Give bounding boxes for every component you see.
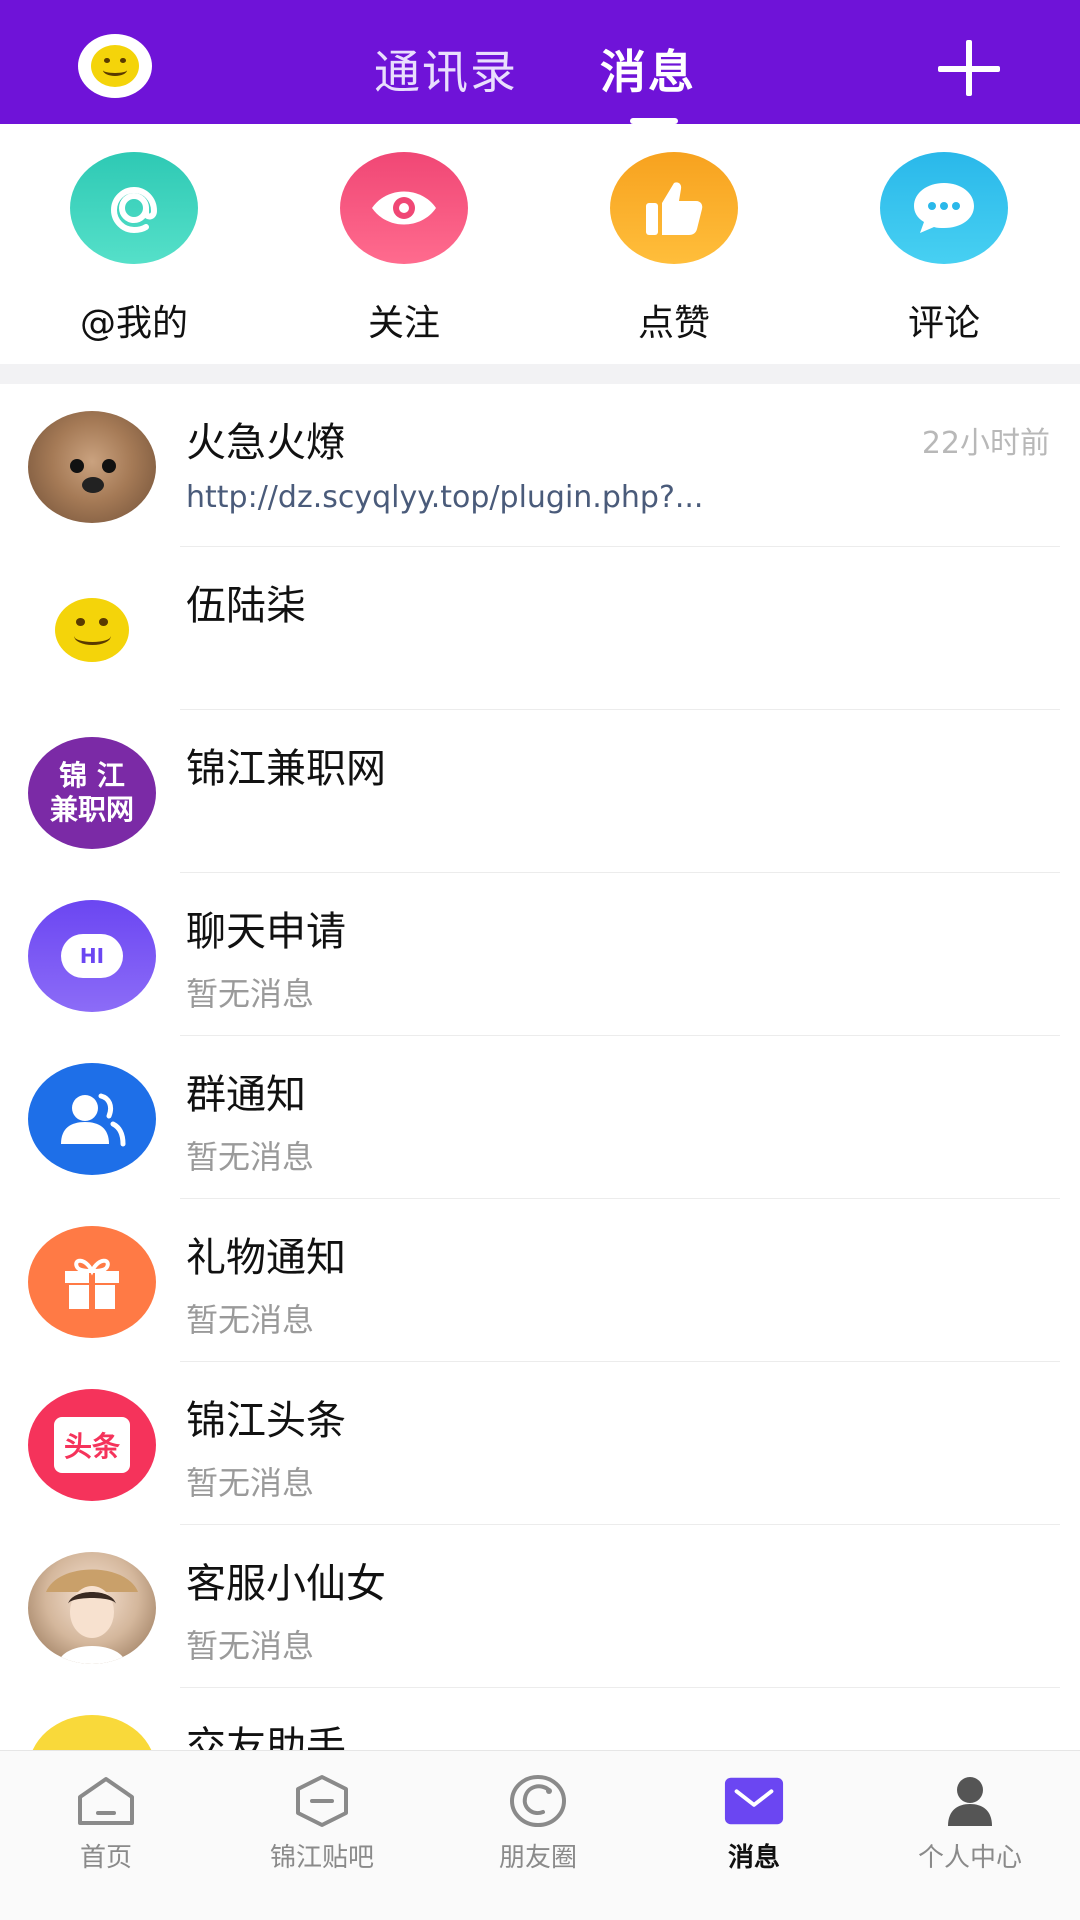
conversation-row[interactable]: 伍陆柒 bbox=[0, 547, 1080, 710]
avatar-text: 兼职网 bbox=[49, 793, 134, 826]
conversation-row[interactable]: 礼物通知 暂无消息 bbox=[0, 1199, 1080, 1362]
home-icon bbox=[75, 1773, 137, 1829]
conversation-title: 火急火燎 bbox=[186, 420, 346, 466]
section-divider bbox=[0, 364, 1080, 384]
nav-messages[interactable]: 消息 bbox=[664, 1773, 844, 1874]
hi-bubble-icon: HI bbox=[61, 934, 123, 978]
nav-label: 朋友圈 bbox=[498, 1843, 577, 1873]
conversation-title: 伍陆柒 bbox=[186, 583, 306, 629]
friend-assistant-avatar bbox=[28, 1715, 156, 1750]
conversation-title: 聊天申请 bbox=[186, 909, 346, 955]
dog-avatar bbox=[28, 411, 156, 523]
quick-action-label: 评论 bbox=[907, 303, 980, 344]
conversation-row[interactable]: 头条 锦江头条 暂无消息 bbox=[0, 1362, 1080, 1525]
conversation-preview: 暂无消息 bbox=[186, 1138, 315, 1176]
smiley-icon bbox=[55, 598, 129, 662]
person-icon bbox=[939, 1773, 1001, 1829]
nav-forum[interactable]: 锦江贴吧 bbox=[232, 1773, 412, 1874]
quick-action-mentions[interactable]: @我的 bbox=[44, 152, 224, 352]
jinjiang-job-avatar: 锦 江 兼职网 bbox=[28, 737, 156, 849]
conversation-row[interactable]: 客服小仙女 暂无消息 bbox=[0, 1525, 1080, 1688]
conversation-title: 群通知 bbox=[186, 1072, 306, 1118]
nav-moments[interactable]: 朋友圈 bbox=[448, 1773, 628, 1874]
conversation-title: 交友助手 bbox=[186, 1724, 346, 1750]
conversation-title: 锦江兼职网 bbox=[186, 746, 386, 792]
eye-icon bbox=[340, 152, 468, 264]
tab-contacts[interactable]: 通讯录 bbox=[374, 36, 518, 102]
group-icon bbox=[28, 1063, 156, 1175]
tab-messages[interactable]: 消息 bbox=[600, 36, 696, 102]
headlines-icon: 头条 bbox=[28, 1389, 156, 1501]
nav-label: 首页 bbox=[79, 1843, 132, 1873]
quick-action-label: @我的 bbox=[79, 303, 188, 344]
quick-action-follow[interactable]: 关注 bbox=[314, 152, 494, 352]
plus-icon[interactable] bbox=[938, 40, 1000, 96]
conversation-row[interactable]: 交友助手 bbox=[0, 1688, 1080, 1750]
nav-label: 锦江贴吧 bbox=[269, 1843, 374, 1873]
conversation-list[interactable]: 火急火燎 22小时前 http://dz.scyqlyy.top/plugin.… bbox=[0, 384, 1080, 1750]
quick-action-comments[interactable]: 评论 bbox=[854, 152, 1034, 352]
chat-request-icon: HI bbox=[28, 900, 156, 1012]
quick-action-label: 关注 bbox=[367, 303, 440, 344]
smiley-avatar bbox=[28, 574, 156, 686]
conversation-preview: 暂无消息 bbox=[186, 1464, 315, 1502]
gift-icon bbox=[28, 1226, 156, 1338]
conversation-row[interactable]: HI 聊天申请 暂无消息 bbox=[0, 873, 1080, 1036]
conversation-time: 22小时前 bbox=[921, 426, 1050, 461]
nav-profile[interactable]: 个人中心 bbox=[880, 1773, 1060, 1874]
conversation-preview: 暂无消息 bbox=[186, 1627, 315, 1665]
forum-icon bbox=[291, 1773, 353, 1829]
avatar-text: 锦 江 bbox=[59, 759, 125, 792]
mail-icon bbox=[723, 1773, 785, 1829]
conversation-title: 客服小仙女 bbox=[186, 1561, 386, 1607]
conversation-preview: 暂无消息 bbox=[186, 1301, 315, 1339]
nav-label: 消息 bbox=[727, 1843, 780, 1873]
nav-label: 个人中心 bbox=[917, 1843, 1022, 1873]
conversation-title: 锦江头条 bbox=[186, 1398, 346, 1444]
conversation-row[interactable]: 火急火燎 22小时前 http://dz.scyqlyy.top/plugin.… bbox=[0, 384, 1080, 547]
nav-home[interactable]: 首页 bbox=[16, 1773, 196, 1874]
support-girl-avatar bbox=[28, 1552, 156, 1664]
quick-action-label: 点赞 bbox=[637, 303, 710, 344]
comment-icon bbox=[880, 152, 1008, 264]
top-bar: 通讯录 消息 bbox=[0, 0, 1080, 124]
header-tabs: 通讯录 消息 bbox=[0, 0, 1080, 124]
moments-icon bbox=[507, 1773, 569, 1829]
quick-actions: @我的 关注 点赞 评论 bbox=[0, 124, 1080, 364]
conversation-preview: 暂无消息 bbox=[186, 975, 315, 1013]
conversation-row[interactable]: 锦 江 兼职网 锦江兼职网 bbox=[0, 710, 1080, 873]
conversation-row[interactable]: 群通知 暂无消息 bbox=[0, 1036, 1080, 1199]
conversation-preview: http://dz.scyqlyy.top/plugin.php?... bbox=[186, 480, 704, 515]
headlines-badge: 头条 bbox=[54, 1417, 130, 1473]
conversation-title: 礼物通知 bbox=[186, 1235, 346, 1281]
quick-action-likes[interactable]: 点赞 bbox=[584, 152, 764, 352]
thumbs-up-icon bbox=[610, 152, 738, 264]
at-icon bbox=[70, 152, 198, 264]
bottom-navigation: 首页 锦江贴吧 朋友圈 消息 个人中心 bbox=[0, 1750, 1080, 1920]
